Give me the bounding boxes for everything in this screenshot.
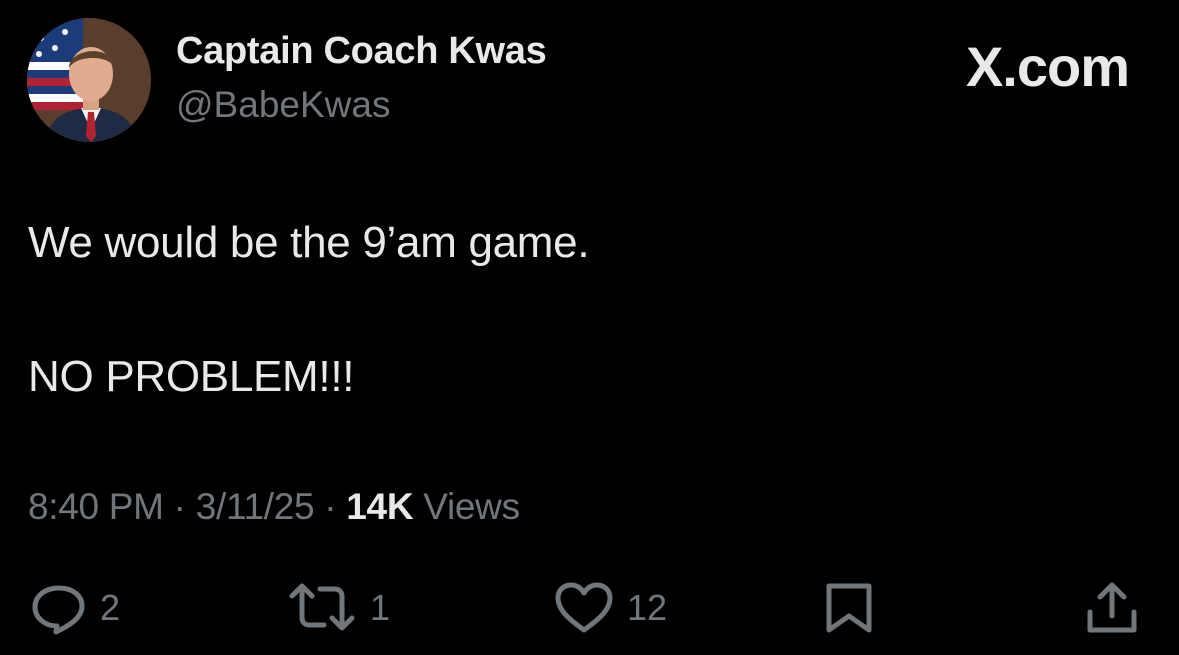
heart-icon <box>555 582 613 633</box>
views-label: Views <box>413 486 520 527</box>
avatar[interactable] <box>27 18 151 142</box>
meta-separator: · <box>314 486 347 527</box>
share-button[interactable] <box>1084 580 1140 636</box>
repost-count: 1 <box>370 587 391 628</box>
tweet-text-line-1: We would be the 9’am game. <box>28 218 590 267</box>
reply-icon <box>32 585 85 635</box>
bookmark-icon <box>826 583 872 633</box>
repost-icon <box>289 583 355 631</box>
author-display-name[interactable]: Captain Coach Kwas <box>176 30 547 73</box>
author-handle[interactable]: @BabeKwas <box>176 84 390 126</box>
like-button[interactable]: 12 <box>553 580 667 636</box>
reply-count: 2 <box>100 587 121 628</box>
share-icon <box>1087 582 1137 633</box>
tweet-date[interactable]: 3/11/25 <box>196 486 315 527</box>
reply-button[interactable]: 2 <box>30 580 120 636</box>
x-logo: X.com <box>965 35 1130 98</box>
meta-separator: · <box>163 486 196 527</box>
tweet-text-line-2: NO PROBLEM!!! <box>28 352 355 401</box>
views-count[interactable]: 14K <box>346 486 413 527</box>
repost-button[interactable]: 1 <box>286 580 390 636</box>
bookmark-button[interactable] <box>823 580 875 636</box>
like-count: 12 <box>627 587 668 628</box>
tweet-time[interactable]: 8:40 PM <box>28 486 164 527</box>
tweet-metadata: 8:40 PM · 3/11/25 · 14K Views <box>28 486 520 528</box>
avatar-photo <box>27 18 151 142</box>
